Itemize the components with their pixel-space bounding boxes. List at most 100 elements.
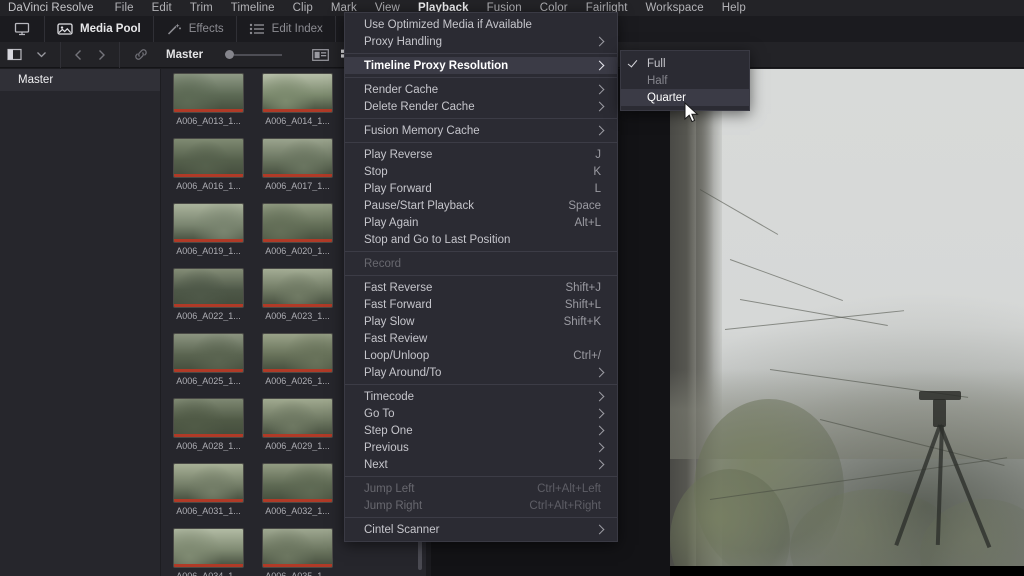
menu-item-delete-render-cache[interactable]: Delete Render Cache [345, 98, 617, 115]
menu-item-step-one[interactable]: Step One [345, 422, 617, 439]
media-pool-clip[interactable]: A006_A017_1... [262, 138, 333, 191]
menu-item-fast-forward[interactable]: Fast Forward Shift+L [345, 296, 617, 313]
media-pool-clip[interactable]: A006_A022_1... [173, 268, 244, 321]
menu-file[interactable]: File [106, 0, 143, 16]
menu-item-label: Delete Render Cache [364, 100, 475, 113]
menu-item-cintel-scanner[interactable]: Cintel Scanner [345, 521, 617, 538]
clip-thumbnail[interactable] [262, 73, 333, 113]
clip-thumbnail[interactable] [262, 203, 333, 243]
media-pool-clip[interactable]: A006_A020_1... [262, 203, 333, 256]
menu-item-fusion-memory-cache[interactable]: Fusion Memory Cache [345, 122, 617, 139]
magic-wand-icon [166, 22, 182, 36]
thumbnail-size-slider[interactable] [225, 50, 283, 59]
menu-item-fast-review[interactable]: Fast Review [345, 330, 617, 347]
media-pool-clip[interactable]: A006_A034_1... [173, 528, 244, 576]
edit-index-button[interactable]: Edit Index [237, 16, 336, 42]
clip-thumbnail[interactable] [262, 528, 333, 568]
menu-item-render-cache[interactable]: Render Cache [345, 81, 617, 98]
menu-edit[interactable]: Edit [143, 0, 181, 16]
chevron-right-icon [97, 49, 106, 61]
sidebar-toggle-button[interactable] [0, 48, 29, 61]
menu-separator [345, 517, 617, 518]
menu-item-stop[interactable]: Stop K [345, 163, 617, 180]
menu-item-record: Record [345, 255, 617, 272]
submenu-arrow-icon [594, 60, 605, 71]
clip-thumbnail[interactable] [173, 528, 244, 568]
menu-item-play-slow[interactable]: Play Slow Shift+K [345, 313, 617, 330]
menu-item-timeline-proxy-resolution[interactable]: Timeline Proxy Resolution [345, 57, 617, 74]
menu-item-label: Timeline Proxy Resolution [364, 59, 509, 72]
clip-thumbnail[interactable] [173, 333, 244, 373]
media-pool-button[interactable]: Media Pool [45, 16, 154, 42]
menu-item-play-again[interactable]: Play Again Alt+L [345, 214, 617, 231]
clip-name: A006_A014_1... [265, 116, 330, 126]
menu-item-proxy-handling[interactable]: Proxy Handling [345, 33, 617, 50]
clip-thumbnail[interactable] [262, 138, 333, 178]
menu-timeline[interactable]: Timeline [222, 0, 284, 16]
clip-name: A006_A031_1... [176, 506, 241, 516]
menu-item-fast-reverse[interactable]: Fast Reverse Shift+J [345, 279, 617, 296]
menu-item-stop-and-go-to-last-position[interactable]: Stop and Go to Last Position [345, 231, 617, 248]
clip-name: A006_A013_1... [176, 116, 241, 126]
media-pool-clip[interactable]: A006_A028_1... [173, 398, 244, 451]
viewer-toggle-button[interactable] [0, 16, 45, 42]
clip-thumbnail[interactable] [173, 73, 244, 113]
media-pool-clip[interactable]: A006_A023_1... [262, 268, 333, 321]
playback-dropdown-menu[interactable]: Use Optimized Media if Available Proxy Ha… [344, 12, 618, 542]
menu-help[interactable]: Help [713, 0, 755, 16]
media-pool-clip[interactable]: A006_A035_1... [262, 528, 333, 576]
media-pool-clip[interactable]: A006_A013_1... [173, 73, 244, 126]
menu-item-loop-unloop[interactable]: Loop/Unloop Ctrl+/ [345, 347, 617, 364]
clip-thumbnail[interactable] [262, 333, 333, 373]
slider-track[interactable] [234, 53, 283, 56]
menu-clip[interactable]: Clip [284, 0, 322, 16]
clip-color-strip [174, 499, 243, 502]
timeline-proxy-resolution-submenu[interactable]: Full Half Quarter [620, 50, 750, 111]
menu-item-timecode[interactable]: Timecode [345, 388, 617, 405]
bin-dropdown-button[interactable] [29, 50, 54, 59]
media-pool-clip[interactable]: A006_A025_1... [173, 333, 244, 386]
clip-thumbnail[interactable] [173, 203, 244, 243]
submenu-item-quarter[interactable]: Quarter [621, 89, 749, 106]
menu-item-label: Previous [364, 441, 409, 454]
slider-knob[interactable] [225, 50, 235, 59]
clip-thumbnail[interactable] [262, 463, 333, 503]
media-pool-clip[interactable]: A006_A026_1... [262, 333, 333, 386]
clip-name: A006_A029_1... [265, 441, 330, 451]
menu-separator [345, 142, 617, 143]
menu-item-previous[interactable]: Previous [345, 439, 617, 456]
menu-item-play-forward[interactable]: Play Forward L [345, 180, 617, 197]
menu-workspace[interactable]: Workspace [637, 0, 713, 16]
sidebar-item-master[interactable]: Master [0, 69, 160, 91]
nav-back-button[interactable] [67, 49, 90, 61]
metadata-view-button[interactable] [312, 48, 329, 61]
menu-item-play-reverse[interactable]: Play Reverse J [345, 146, 617, 163]
submenu-item-full[interactable]: Full [621, 55, 749, 72]
menu-trim[interactable]: Trim [181, 0, 222, 16]
clip-thumbnail[interactable] [173, 268, 244, 308]
menu-item-play-around-to[interactable]: Play Around/To [345, 364, 617, 381]
clip-thumbnail[interactable] [173, 138, 244, 178]
effects-button[interactable]: Effects [154, 16, 237, 42]
menu-item-next[interactable]: Next [345, 456, 617, 473]
clip-thumbnail[interactable] [173, 398, 244, 438]
menu-davinci-resolve[interactable]: DaVinci Resolve [6, 0, 106, 16]
nav-forward-button[interactable] [90, 49, 113, 61]
menu-item-go-to[interactable]: Go To [345, 405, 617, 422]
media-pool-clip[interactable]: A006_A032_1... [262, 463, 333, 516]
clip-thumbnail-image [263, 74, 332, 112]
clip-thumbnail[interactable] [262, 398, 333, 438]
menu-item-use-optimized-media-if-available[interactable]: Use Optimized Media if Available [345, 16, 617, 33]
media-pool-clip[interactable]: A006_A019_1... [173, 203, 244, 256]
clip-thumbnail[interactable] [173, 463, 244, 503]
media-pool-clip[interactable]: A006_A014_1... [262, 73, 333, 126]
media-pool-clip[interactable]: A006_A016_1... [173, 138, 244, 191]
menu-item-pause-start-playback[interactable]: Pause/Start Playback Space [345, 197, 617, 214]
submenu-arrow-icon [594, 408, 605, 419]
submenu-item-half[interactable]: Half [621, 72, 749, 89]
media-pool-clip[interactable]: A006_A029_1... [262, 398, 333, 451]
clip-thumbnail[interactable] [262, 268, 333, 308]
link-clips-button[interactable] [126, 48, 156, 61]
davinci-resolve-window: DaVinci Resolve File Edit Trim Timeline … [0, 0, 1024, 576]
media-pool-clip[interactable]: A006_A031_1... [173, 463, 244, 516]
